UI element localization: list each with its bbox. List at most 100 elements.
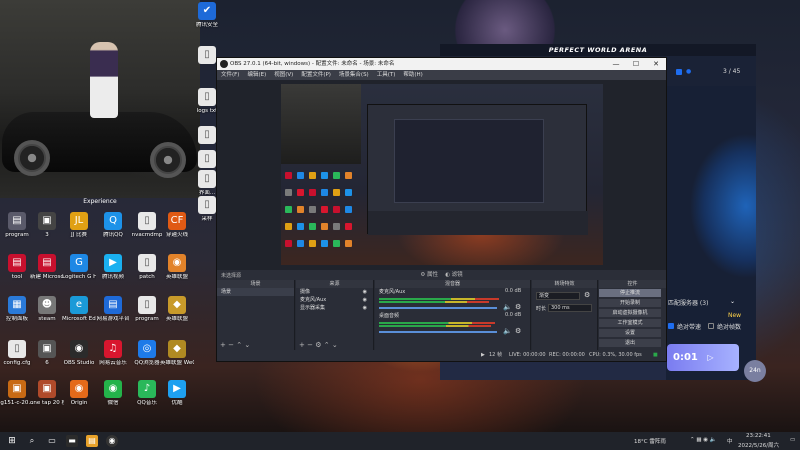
filters-button[interactable]: ◐ 滤镜 <box>445 272 463 278</box>
scene-item[interactable]: 场景 <box>217 288 294 296</box>
desktop-icon[interactable]: ▯ program <box>130 296 164 323</box>
pwa-round-badge[interactable]: 24n <box>744 360 766 382</box>
desktop-icon[interactable]: ◆ 英雄联盟 WeGame版 <box>160 340 194 367</box>
desktop-icon[interactable]: G Logitech G HUB <box>62 254 96 281</box>
source-item[interactable]: 麦克风/Aux ◉ <box>296 296 373 304</box>
windows-start-icon[interactable]: ⊞ <box>6 435 18 447</box>
add-icon[interactable]: + <box>299 341 305 349</box>
pwa-check-2-icon[interactable] <box>708 323 714 329</box>
volume-slider[interactable] <box>379 307 497 309</box>
studio-mode-button[interactable]: 工作室模式 <box>599 319 661 327</box>
pwa-start-button[interactable]: 0:01 ▷ <box>667 344 739 371</box>
add-icon[interactable]: + <box>220 341 226 349</box>
task-view-icon[interactable]: ▭ <box>46 435 58 447</box>
clock-time[interactable]: 23:22:41 <box>746 433 771 439</box>
exit-button[interactable]: 退出 <box>599 339 661 347</box>
menu-item[interactable]: 场景集合(S) <box>339 70 369 80</box>
remove-icon[interactable]: − <box>228 341 234 349</box>
move-down-icon[interactable]: ⌄ <box>244 341 250 349</box>
weather-label[interactable]: 18°C 雷阵雨 <box>634 437 666 445</box>
pwa-toggle-icon[interactable] <box>676 69 682 75</box>
move-up-icon[interactable]: ⌃ <box>236 341 242 349</box>
sources-dock: 来源 摄像 ◉ 麦克风/Aux ◉ 显示器采集 ◉ + − ⚙ ⌃ ⌄ <box>296 280 374 350</box>
desktop-icon[interactable]: ☻ steam <box>30 296 64 323</box>
preview-mini-icon <box>309 189 316 196</box>
duration-field[interactable]: 300 ms <box>548 304 592 312</box>
menu-item[interactable]: 帮助(H) <box>403 70 422 80</box>
taskbar-app-icon[interactable]: ▬ <box>66 435 78 447</box>
settings-button[interactable]: 设置 <box>599 329 661 337</box>
desktop-icon[interactable]: ▣ g151-c-20... <box>0 380 34 407</box>
desktop-icon[interactable]: ▤ program <box>0 212 34 239</box>
desktop-icon[interactable]: ▯ patch <box>130 254 164 281</box>
transition-select[interactable]: 渐变 <box>536 292 580 300</box>
close-icon[interactable]: ✕ <box>646 58 666 70</box>
desktop-icon[interactable]: ▤ 网易游戏平台 <box>96 296 130 323</box>
desktop-icon-label: OBS Studio <box>63 360 95 366</box>
start-recording-button[interactable]: 开始录制 <box>599 299 661 307</box>
desktop-icon[interactable]: ▦ 控制面板 <box>0 296 34 323</box>
move-down-icon[interactable]: ⌄ <box>332 341 338 349</box>
desktop-icon[interactable]: ◆ 英雄联盟 <box>160 296 194 323</box>
source-item[interactable]: 摄像 ◉ <box>296 288 373 296</box>
volume-slider[interactable] <box>379 331 497 333</box>
notification-icon[interactable]: ▭ <box>790 437 795 443</box>
desktop-icon[interactable]: ▶ 优酷 <box>160 380 194 407</box>
remove-icon[interactable]: − <box>307 341 313 349</box>
desktop-icon[interactable]: JL JJ 比赛 <box>62 212 96 239</box>
language-indicator[interactable]: 中 <box>727 437 733 445</box>
search-icon[interactable]: ⌕ <box>26 435 38 447</box>
desktop-icon[interactable]: ◉ 英雄联盟 <box>160 254 194 281</box>
menu-item[interactable]: 配置文件(P) <box>301 70 331 80</box>
pwa-check-1-icon[interactable] <box>668 323 674 329</box>
desktop-icon[interactable]: ◉ Origin <box>62 380 96 407</box>
desktop-icon[interactable]: ◉ 微信 <box>96 380 130 407</box>
eye-icon[interactable]: ◉ <box>363 296 367 304</box>
desktop-icon[interactable]: ♫ 网易云音乐 <box>96 340 130 367</box>
desktop-icon[interactable]: ✔ 腾讯安全 <box>190 2 224 29</box>
desktop-icon[interactable]: e Microsoft Edge <box>62 296 96 323</box>
source-item[interactable]: 显示器采集 ◉ <box>296 304 373 312</box>
speaker-icon[interactable]: 🔈 <box>503 303 512 311</box>
desktop-icon[interactable]: ▣ one tap 20 秒 <box>30 380 64 407</box>
virtual-camera-button[interactable]: 启动虚拟摄像机 <box>599 309 661 317</box>
desktop-icon[interactable]: ▣ 6 <box>30 340 64 367</box>
menu-item[interactable]: 工具(T) <box>377 70 396 80</box>
eye-icon[interactable]: ◉ <box>363 288 367 296</box>
desktop-app-icon: ▣ <box>38 212 56 230</box>
minimize-icon[interactable]: — <box>606 58 626 70</box>
obs-preview[interactable] <box>281 84 603 265</box>
desktop-icon[interactable]: ▶ 腾讯视频 <box>96 254 130 281</box>
desktop-icon-label: 英雄联盟 <box>165 316 188 322</box>
wallpaper-photo: Experience <box>0 0 200 205</box>
file-explorer-icon[interactable]: ▤ <box>86 435 98 447</box>
desktop-icon[interactable]: Q 腾讯QQ <box>96 212 130 239</box>
maximize-icon[interactable]: ☐ <box>626 58 646 70</box>
eye-icon[interactable]: ◉ <box>363 304 367 312</box>
desktop-icon[interactable]: ▣ 3 <box>30 212 64 239</box>
desktop-icon[interactable]: ▯ config.cfg <box>0 340 34 367</box>
gear-icon[interactable]: ⚙ <box>315 341 321 349</box>
desktop-icon[interactable]: ♪ QQ音乐 <box>130 380 164 407</box>
desktop-icon[interactable]: ▤ tool <box>0 254 34 281</box>
move-up-icon[interactable]: ⌃ <box>324 341 330 349</box>
menu-item[interactable]: 文件(F) <box>221 70 239 80</box>
pwa-server-chevron-icon[interactable]: ⌄ <box>730 298 735 305</box>
speaker-icon[interactable]: 🔈 <box>503 327 512 335</box>
desktop-app-icon: ✔ <box>198 2 216 20</box>
desktop-icon[interactable]: ▯ nvacmdmp <box>130 212 164 239</box>
menu-item[interactable]: 编辑(E) <box>247 70 266 80</box>
clock-date[interactable]: 2022/5/26/周六 <box>738 441 779 449</box>
tray-icons[interactable]: ⌃ ▦ ◉ 🔈 <box>690 437 717 443</box>
properties-button[interactable]: ⚙ 属性 <box>420 272 438 278</box>
gear-icon[interactable]: ⚙ <box>515 327 521 335</box>
stop-streaming-button[interactable]: 停止推流 <box>599 289 661 297</box>
desktop-icon[interactable]: ◉ OBS Studio <box>62 340 96 367</box>
desktop-icon[interactable]: ▤ 新建 Microsoft... <box>30 254 64 281</box>
gear-icon[interactable]: ⚙ <box>584 291 590 299</box>
desktop-icon[interactable]: CF 穿越火线 <box>160 212 194 239</box>
menu-item[interactable]: 视图(V) <box>274 70 293 80</box>
obs-taskbar-icon[interactable]: ◉ <box>106 435 118 447</box>
gear-icon[interactable]: ⚙ <box>515 303 521 311</box>
desktop-icon[interactable]: ◎ QQ浏览器 <box>130 340 164 367</box>
